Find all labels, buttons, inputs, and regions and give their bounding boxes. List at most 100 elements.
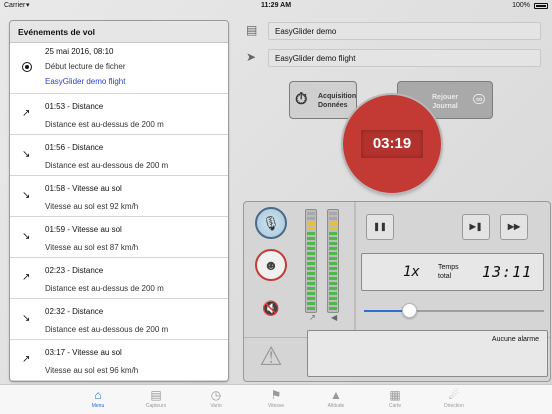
tab-bar: ⌂ Menu ▤ Capteurs ◷ Vario ⚑ Vitesse ▲ Al… xyxy=(0,384,552,414)
vu-segment xyxy=(329,272,337,275)
vu-segment xyxy=(329,257,337,260)
stopwatch-icon: ⏱ xyxy=(295,91,308,108)
event-detail: Distance est au-dessous de 200 m xyxy=(45,161,169,170)
vu-segment xyxy=(307,227,315,230)
event-title: 02:23 - Distance xyxy=(45,266,104,275)
replay-label-line1: Rejouer xyxy=(432,94,459,101)
map-icon: ▦ xyxy=(389,388,401,402)
event-detail: Vitesse au sol est 92 km/h xyxy=(45,202,139,211)
step-forward-icon: ▶❚ xyxy=(469,222,483,231)
event-title: 25 mai 2016, 08:10 xyxy=(45,47,114,56)
mute-button[interactable]: 🔇 xyxy=(257,295,285,321)
event-detail: Vitesse au sol est 96 km/h xyxy=(45,366,139,375)
playback-slider-thumb[interactable] xyxy=(402,303,417,318)
event-title: 02:32 - Distance xyxy=(45,307,104,316)
volume-arrow-icon: ↗ xyxy=(309,313,316,322)
flight-events-title: Evénements de vol xyxy=(10,21,228,43)
tab-label: Direction xyxy=(444,403,464,409)
total-time-label-line2: total xyxy=(438,273,452,280)
event-title: 01:56 - Distance xyxy=(45,143,104,152)
vu-segment xyxy=(307,282,315,285)
vu-segment xyxy=(329,262,337,265)
fast-forward-icon: ▶▶ xyxy=(507,222,521,231)
flight-name-field[interactable]: EasyGlider demo flight xyxy=(268,49,541,67)
tab-capteurs[interactable]: ▤ Capteurs xyxy=(134,387,178,409)
playback-speed: 1x xyxy=(403,264,420,280)
panel-divider xyxy=(354,202,356,337)
vu-segment xyxy=(307,307,315,310)
vu-segment xyxy=(307,252,315,255)
vu-segment xyxy=(307,267,315,270)
battery-icon xyxy=(534,3,548,9)
clock-label: 11:29 AM xyxy=(260,2,292,9)
vu-segment xyxy=(329,297,337,300)
warning-icon: ⚠ xyxy=(259,341,283,371)
speaking-head-icon: ☻ xyxy=(263,257,279,273)
tab-menu[interactable]: ⌂ Menu xyxy=(76,387,120,409)
vu-segment xyxy=(329,267,337,270)
paper-plane-icon: ➤ xyxy=(246,50,257,64)
vu-segment xyxy=(329,212,337,215)
compass-icon: ☄ xyxy=(448,388,460,402)
list-item[interactable]: ↘ 01:59 - Vitesse au sol Vitesse au sol … xyxy=(10,217,228,258)
vu-segment xyxy=(329,277,337,280)
arrow-up-right-icon: ↗ xyxy=(22,272,31,283)
fast-forward-button[interactable]: ▶▶ xyxy=(500,214,528,240)
vu-meter-right xyxy=(327,209,339,313)
vu-segment xyxy=(329,232,337,235)
status-bar: Carrier ▾ 11:29 AM 100% xyxy=(0,0,552,12)
tab-altitude[interactable]: ▲ Altitude xyxy=(314,387,358,409)
sensors-icon: ▤ xyxy=(150,388,162,402)
list-item[interactable]: ↘ 02:32 - Distance Distance est au-desso… xyxy=(10,299,228,340)
acquisition-label-line1: Acquisition xyxy=(318,93,357,100)
tab-vario[interactable]: ◷ Vario xyxy=(194,387,238,409)
model-name-field[interactable]: EasyGlider demo xyxy=(268,22,541,40)
event-detail: Distance est au-dessus de 200 m xyxy=(45,284,164,293)
bullet-icon xyxy=(22,62,32,75)
replay-label-line2: Journal xyxy=(432,103,458,110)
vu-segment xyxy=(329,237,337,240)
vu-segment xyxy=(307,262,315,265)
voice-announce-button[interactable]: ☻ xyxy=(255,249,287,281)
event-title: 01:58 - Vitesse au sol xyxy=(45,184,122,193)
arrow-up-right-icon: ↗ xyxy=(22,354,31,365)
event-detail: Distance est au-dessous de 200 m xyxy=(45,325,169,334)
vu-segment xyxy=(329,302,337,305)
vu-segment xyxy=(307,242,315,245)
list-item[interactable]: ↘ 01:56 - Distance Distance est au-desso… xyxy=(10,135,228,176)
vu-segment xyxy=(329,252,337,255)
list-item[interactable]: ↗ 01:53 - Distance Distance est au-dessu… xyxy=(10,94,228,135)
mountain-icon: ▲ xyxy=(330,388,342,402)
alarm-display: Aucune alarme xyxy=(307,330,548,377)
list-item[interactable]: ↘ 01:58 - Vitesse au sol Vitesse au sol … xyxy=(10,176,228,217)
tab-direction[interactable]: ☄ Direction xyxy=(432,387,476,409)
list-item[interactable]: 25 mai 2016, 08:10 Début lecture de fich… xyxy=(10,43,228,94)
vu-segment xyxy=(307,232,315,235)
vu-segment xyxy=(329,307,337,310)
tab-carte[interactable]: ▦ Carte xyxy=(373,387,417,409)
event-detail: Vitesse au sol est 87 km/h xyxy=(45,243,139,252)
list-item[interactable]: ↗ 02:23 - Distance Distance est au-dessu… xyxy=(10,258,228,299)
speaker-icon: ◀ xyxy=(331,313,338,322)
tab-vitesse[interactable]: ⚑ Vitesse xyxy=(254,387,298,409)
playback-display: 1x Temps total 13:11 xyxy=(361,253,544,291)
microphone-button[interactable]: 🎙 xyxy=(255,207,287,239)
arrow-down-right-icon: ↘ xyxy=(22,149,31,160)
vu-segment xyxy=(307,217,315,220)
vu-segment xyxy=(329,247,337,250)
event-title: 01:53 - Distance xyxy=(45,102,104,111)
vu-segment xyxy=(307,302,315,305)
tab-label: Altitude xyxy=(327,403,345,409)
list-item[interactable]: ↗ 03:17 - Vitesse au sol Vitesse au sol … xyxy=(10,340,228,381)
acquisition-label-line2: Données xyxy=(318,102,348,109)
vu-segment xyxy=(329,217,337,220)
playback-slider-track[interactable] xyxy=(364,310,544,312)
pause-button[interactable]: ❚❚ xyxy=(366,214,394,240)
home-icon: ⌂ xyxy=(94,388,102,402)
total-time-value: 13:11 xyxy=(482,263,533,281)
event-flight-link[interactable]: EasyGlider demo flight xyxy=(45,77,125,86)
flight-events-panel: Evénements de vol 25 mai 2016, 08:10 Déb… xyxy=(9,20,229,382)
step-forward-button[interactable]: ▶❚ xyxy=(462,214,490,240)
vu-segment xyxy=(307,212,315,215)
acquisition-button[interactable]: ⏱ Acquisition Données xyxy=(289,81,357,119)
